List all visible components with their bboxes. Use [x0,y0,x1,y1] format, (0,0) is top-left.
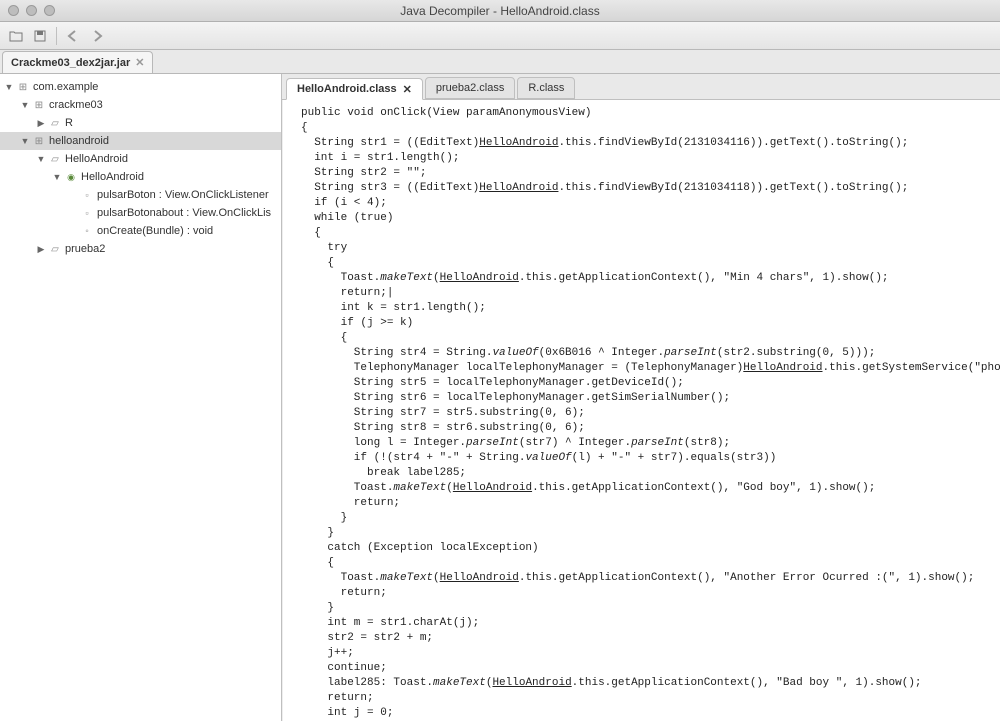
expand-arrow-icon[interactable]: ▼ [18,136,32,146]
expand-arrow-icon[interactable]: ▼ [2,82,16,92]
file-icon [48,116,62,130]
back-icon[interactable] [63,26,83,46]
open-file-icon[interactable] [6,26,26,46]
content-pane: HelloAndroid.class✕prueba2.classR.class … [282,74,1000,721]
tree-item-label: pulsarBoton : View.OnClickListener [97,189,269,201]
tree-item-label: onCreate(Bundle) : void [97,225,213,237]
class-tab[interactable]: HelloAndroid.class ✕ [286,78,423,100]
tree-item[interactable]: onCreate(Bundle) : void [0,222,281,240]
forward-icon[interactable] [87,26,107,46]
tree-item-label: helloandroid [49,135,109,147]
tree-item-label: com.example [33,81,98,93]
expand-arrow-icon[interactable]: ▼ [34,154,48,164]
class-tab-label: prueba2.class [436,82,505,94]
class-tab-label: R.class [528,82,564,94]
tree-item[interactable]: ▶R [0,114,281,132]
tree-item[interactable]: ▼ com.example [0,78,281,96]
file-icon [48,242,62,256]
pkg-icon [32,98,46,112]
field-icon [80,188,94,202]
tree-item-label: HelloAndroid [65,153,128,165]
tree-item[interactable]: ▼ crackme03 [0,96,281,114]
close-window-button[interactable] [8,5,19,16]
source-code-view[interactable]: public void onClick(View paramAnonymousV… [282,100,1000,721]
package-tree: ▼com.example▼crackme03▶R▼helloandroid▼He… [0,74,282,721]
tree-item-label: pulsarBotonabout : View.OnClickLis [97,207,271,219]
tree-item[interactable]: ▼ helloandroid [0,132,281,150]
file-tab[interactable]: Crackme03_dex2jar.jar ✕ [2,51,153,73]
field-icon [80,206,94,220]
class-tab-bar: HelloAndroid.class ✕ prueba2.class R.class [282,74,1000,100]
tree-item[interactable]: pulsarBotonabout : View.OnClickLis [0,204,281,222]
main-area: ▼com.example▼crackme03▶R▼helloandroid▼He… [0,74,1000,721]
minimize-window-button[interactable] [26,5,37,16]
tree-item-label: prueba2 [65,243,105,255]
class-inner-icon [64,170,78,184]
tree-item[interactable]: pulsarBoton : View.OnClickListener [0,186,281,204]
pkg-icon [16,80,30,94]
method-icon [80,224,94,238]
close-icon[interactable]: ✕ [403,83,412,96]
class-tab[interactable]: prueba2.class [425,77,516,99]
tree-item-label: HelloAndroid [81,171,144,183]
tree-item[interactable]: ▶ prueba2 [0,240,281,258]
tree-item[interactable]: ▼ HelloAndroid [0,150,281,168]
toolbar [0,22,1000,50]
file-tab-label: Crackme03_dex2jar.jar [11,57,130,69]
class-tab[interactable]: R.class [517,77,575,99]
expand-arrow-icon[interactable]: ▼ [18,100,32,110]
toolbar-separator [56,27,57,45]
tree-item-label: R [65,117,73,129]
pkg-icon [32,134,46,148]
tree-item[interactable]: ▼ HelloAndroid [0,168,281,186]
expand-arrow-icon[interactable]: ▶ [34,118,48,129]
class-tab-label: HelloAndroid.class [297,83,397,95]
close-icon[interactable]: ✕ [135,56,144,69]
tree-item-label: crackme03 [49,99,103,111]
expand-arrow-icon[interactable]: ▶ [34,244,48,255]
file-tab-bar: Crackme03_dex2jar.jar ✕ [0,50,1000,74]
file-icon [48,152,62,166]
titlebar: Java Decompiler - HelloAndroid.class [0,0,1000,22]
expand-arrow-icon[interactable]: ▼ [50,172,64,182]
window-controls [0,5,55,16]
save-icon[interactable] [30,26,50,46]
zoom-window-button[interactable] [44,5,55,16]
window-title: Java Decompiler - HelloAndroid.class [0,4,1000,18]
